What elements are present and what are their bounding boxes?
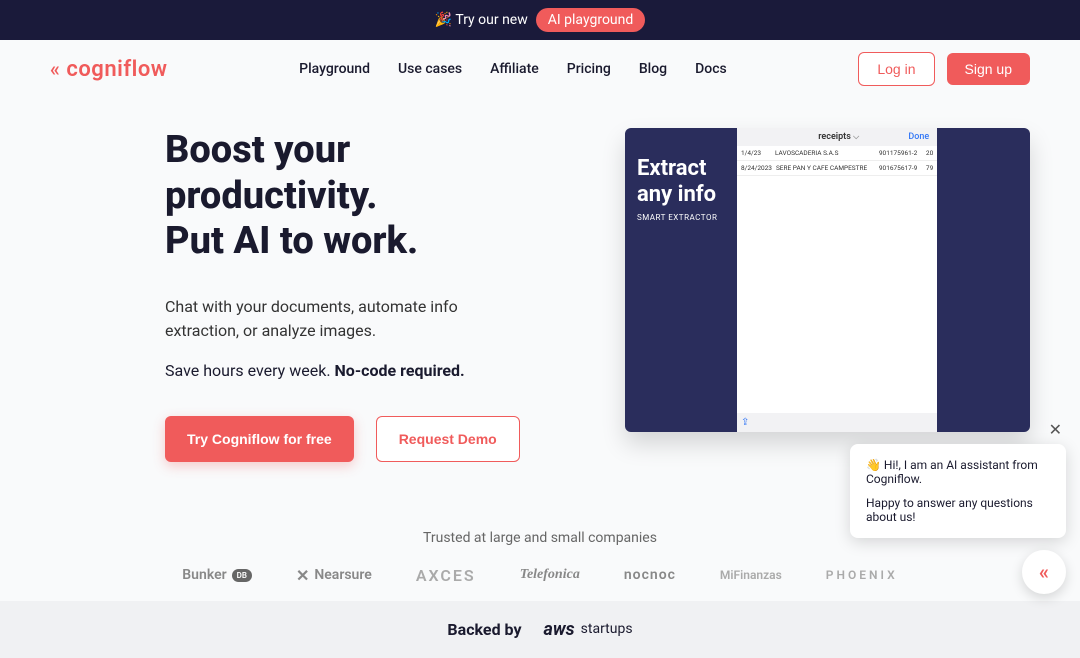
hero-sub2: Save hours every week. No-code required. xyxy=(165,361,565,380)
chat-widget: ✕ 👋 Hi!, I am an AI assistant from Cogni… xyxy=(850,444,1066,538)
nav-use-cases[interactable]: Use cases xyxy=(398,61,462,77)
row-amt: 79 xyxy=(921,164,933,172)
nav-docs[interactable]: Docs xyxy=(695,61,727,77)
mock-topbar: receipts ⌵ Done xyxy=(737,128,937,146)
hero-sub2-bold: No-code required. xyxy=(335,361,465,380)
login-button[interactable]: Log in xyxy=(858,52,934,86)
table-row: 1/4/23 LAVOSCADERIA S.A.S 901175961-2 20 xyxy=(737,146,937,161)
chevron-icon: ⌵ xyxy=(853,132,859,141)
nav-links: Playground Use cases Affiliate Pricing B… xyxy=(299,61,727,77)
hero-demo-panel: Extract any info SMART EXTRACTOR receipt… xyxy=(625,128,1030,432)
logo-text: cogniflow xyxy=(66,57,167,82)
nav-blog[interactable]: Blog xyxy=(639,61,667,77)
extract-sub: SMART EXTRACTOR xyxy=(637,213,725,223)
banner-pre-text: 🎉 Try our new xyxy=(435,12,528,28)
row-amt: 20 xyxy=(921,149,933,157)
hero-sub1: Chat with your documents, automate info … xyxy=(165,295,505,343)
nav-playground[interactable]: Playground xyxy=(299,61,370,77)
chat-fab-icon: « xyxy=(1039,560,1049,584)
extract-text: Extract any info SMART EXTRACTOR xyxy=(625,128,737,432)
top-banner: 🎉 Try our new AI playground xyxy=(0,0,1080,40)
auth-buttons: Log in Sign up xyxy=(858,52,1030,86)
nav-affiliate[interactable]: Affiliate xyxy=(490,61,539,77)
mock-footer: ⇪ xyxy=(737,413,937,432)
logo-icon: « xyxy=(50,57,60,81)
logos-row: Bunker DB ✕ Nearsure AXCES Telefonica no… xyxy=(0,566,1080,585)
logo[interactable]: « cogniflow xyxy=(50,57,168,82)
logo-axces: AXCES xyxy=(416,566,476,585)
table-row: 8/24/2023 SERE PAN Y CAFE CAMPESTRE 9016… xyxy=(737,161,937,176)
logo-nocnoc: nocnoc xyxy=(624,567,676,583)
request-demo-button[interactable]: Request Demo xyxy=(376,416,520,462)
logo-bunker: Bunker DB xyxy=(182,567,252,583)
row-vendor: SERE PAN Y CAFE CAMPESTRE xyxy=(776,164,867,172)
hero-sub2-pre: Save hours every week. xyxy=(165,361,335,380)
hero-heading-line1: Boost your productivity. xyxy=(165,128,378,218)
hero-section: Boost your productivity. Put AI to work.… xyxy=(0,98,1080,502)
mock-device-pane: receipts ⌵ Done 1/4/23 LAVOSCADERIA S.A.… xyxy=(737,128,937,432)
ai-playground-pill[interactable]: AI playground xyxy=(536,8,646,32)
cta-row: Try Cogniflow for free Request Demo xyxy=(165,416,565,462)
nav-pricing[interactable]: Pricing xyxy=(567,61,611,77)
mock-title: receipts ⌵ xyxy=(769,132,908,142)
signup-button[interactable]: Sign up xyxy=(947,53,1030,85)
try-free-button[interactable]: Try Cogniflow for free xyxy=(165,416,354,462)
mock-done[interactable]: Done xyxy=(908,132,929,142)
nearsure-icon: ✕ xyxy=(296,566,309,585)
backed-label: Backed by xyxy=(447,620,521,639)
row-id: 901175961-2 xyxy=(871,149,917,157)
backed-section: Backed by aws startups xyxy=(0,601,1080,658)
logo-phoenix: PHOENIX xyxy=(826,568,898,582)
logo-telefonica: Telefonica xyxy=(520,567,580,583)
logo-mifinanzas: MiFinanzas xyxy=(720,568,782,582)
chat-line2: Happy to answer any questions about us! xyxy=(866,496,1050,524)
chat-fab[interactable]: « xyxy=(1022,550,1066,594)
chat-close-icon[interactable]: ✕ xyxy=(1049,420,1062,439)
aws-text: aws xyxy=(544,619,575,640)
hero-left: Boost your productivity. Put AI to work.… xyxy=(165,128,565,462)
logo-nearsure: ✕ Nearsure xyxy=(296,566,372,585)
row-date: 1/4/23 xyxy=(741,149,771,157)
bunker-db-pill: DB xyxy=(232,569,252,582)
row-vendor: LAVOSCADERIA S.A.S xyxy=(775,149,867,157)
hero-heading: Boost your productivity. Put AI to work. xyxy=(165,128,565,265)
extract-title: Extract any info xyxy=(637,156,716,207)
aws-startups-logo: aws startups xyxy=(544,619,633,640)
hero-heading-line2: Put AI to work. xyxy=(165,219,418,263)
row-id: 901675617-9 xyxy=(871,164,917,172)
chat-line1: 👋 Hi!, I am an AI assistant from Cognifl… xyxy=(866,458,1050,486)
startups-text: startups xyxy=(581,621,633,637)
share-icon[interactable]: ⇪ xyxy=(741,417,749,428)
row-date: 8/24/2023 xyxy=(741,164,772,172)
site-header: « cogniflow Playground Use cases Affilia… xyxy=(0,40,1080,98)
